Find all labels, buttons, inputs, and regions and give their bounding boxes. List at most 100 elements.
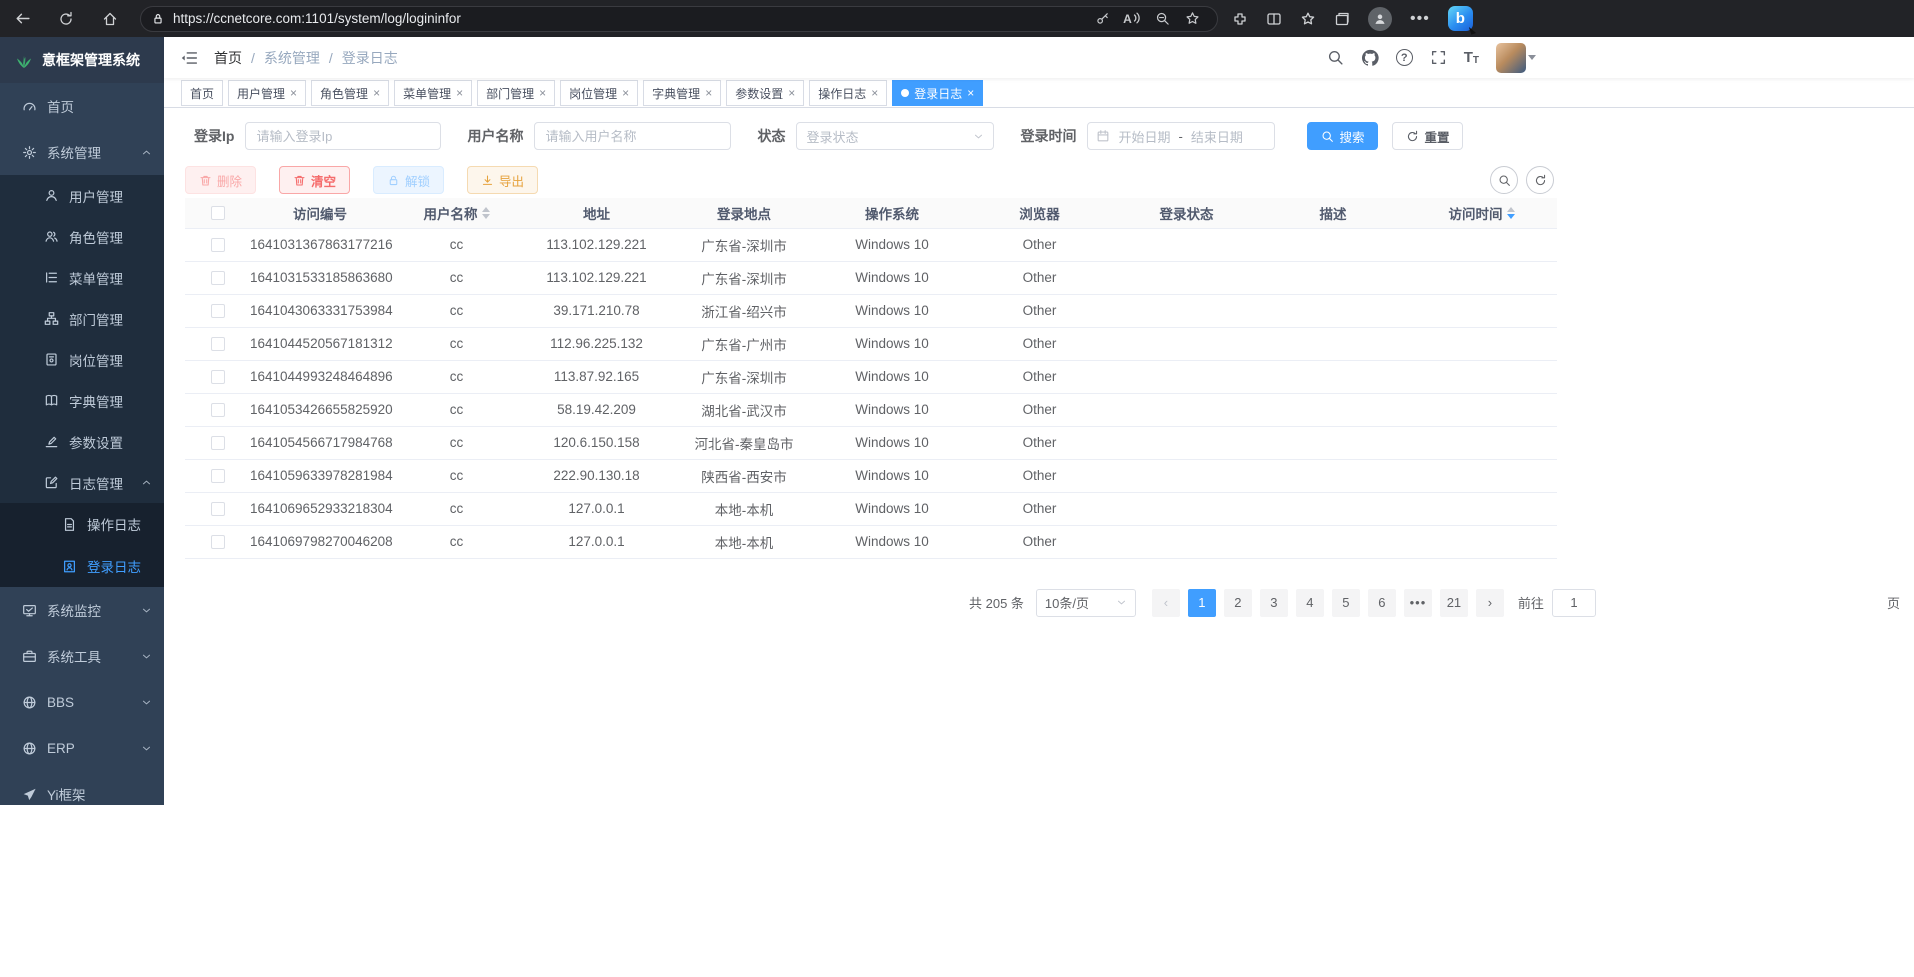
close-icon[interactable]: × [622, 86, 629, 100]
sidebar-item-tools[interactable]: 系统工具 [0, 633, 164, 679]
close-icon[interactable]: × [456, 86, 463, 100]
tab-op-log[interactable]: 操作日志× [809, 80, 887, 106]
more-pages-button[interactable]: ••• [1404, 589, 1432, 617]
user-name-input[interactable] [534, 122, 731, 150]
sidebar-item-dict-mgmt[interactable]: 字典管理 [0, 380, 164, 421]
tab-user-mgmt[interactable]: 用户管理× [228, 80, 306, 106]
page-size-select[interactable]: 10条/页 [1036, 589, 1136, 617]
tab-login-log[interactable]: 登录日志× [892, 80, 983, 106]
address-bar[interactable]: https://ccnetcore.com:1101/system/log/lo… [140, 6, 1218, 32]
sort-carets-icon[interactable] [1507, 207, 1515, 219]
sidebar-item-monitor[interactable]: 系统监控 [0, 587, 164, 633]
url-text[interactable]: https://ccnetcore.com:1101/system/log/lo… [173, 11, 1087, 26]
row-checkbox[interactable] [211, 238, 225, 252]
help-button[interactable]: ? [1396, 49, 1413, 66]
tab-home[interactable]: 首页 [181, 80, 223, 106]
sidebar-item-system-mgmt[interactable]: 系统管理 [0, 129, 164, 175]
row-checkbox[interactable] [211, 271, 225, 285]
read-aloud-button[interactable]: A [1117, 12, 1147, 26]
zoom-button[interactable] [1147, 11, 1177, 26]
user-avatar[interactable] [1496, 43, 1526, 73]
close-icon[interactable]: × [967, 86, 974, 100]
browser-back-button[interactable] [0, 10, 44, 27]
split-screen-button[interactable] [1266, 11, 1282, 27]
browser-home-button[interactable] [88, 11, 132, 27]
end-date[interactable]: 结束日期 [1191, 127, 1243, 146]
row-checkbox[interactable] [211, 337, 225, 351]
browser-more-button[interactable]: ••• [1410, 10, 1430, 28]
sidebar-item-post-mgmt[interactable]: 岗位管理 [0, 339, 164, 380]
sidebar-item-home[interactable]: 首页 [0, 83, 164, 129]
extensions-button[interactable] [1232, 11, 1248, 27]
prev-page-button[interactable]: ‹ [1152, 589, 1180, 617]
search-button[interactable]: 搜索 [1307, 122, 1378, 150]
copilot-button[interactable]: b [1448, 6, 1473, 31]
goto-page-input[interactable] [1552, 589, 1596, 617]
font-size-button[interactable]: T T [1464, 49, 1479, 66]
date-range-picker[interactable]: 开始日期 - 结束日期 [1087, 122, 1275, 150]
tab-dict-mgmt[interactable]: 字典管理× [643, 80, 721, 106]
close-icon[interactable]: × [788, 86, 795, 100]
close-icon[interactable]: × [290, 86, 297, 100]
page-button-21[interactable]: 21 [1440, 589, 1468, 617]
tab-role-mgmt[interactable]: 角色管理× [311, 80, 389, 106]
page-button-2[interactable]: 2 [1224, 589, 1252, 617]
row-checkbox[interactable] [211, 436, 225, 450]
fullscreen-button[interactable] [1430, 49, 1447, 66]
sort-carets-icon[interactable] [482, 207, 490, 219]
add-favorite-button[interactable] [1177, 11, 1207, 26]
tab-menu-mgmt[interactable]: 菜单管理× [394, 80, 472, 106]
tab-dept-mgmt[interactable]: 部门管理× [477, 80, 555, 106]
status-select[interactable]: 登录状态 [796, 122, 994, 150]
page-button-1[interactable]: 1 [1188, 589, 1216, 617]
page-button-5[interactable]: 5 [1332, 589, 1360, 617]
sidebar-item-param-settings[interactable]: 参数设置 [0, 421, 164, 462]
row-checkbox[interactable] [211, 304, 225, 318]
sidebar-item-menu-mgmt[interactable]: 菜单管理 [0, 257, 164, 298]
unlock-button[interactable]: 解锁 [373, 166, 444, 194]
browser-profile-avatar[interactable] [1368, 7, 1392, 31]
page-button-4[interactable]: 4 [1296, 589, 1324, 617]
sidebar-item-op-log[interactable]: 操作日志 [0, 503, 164, 545]
next-page-button[interactable]: › [1476, 589, 1504, 617]
close-icon[interactable]: × [539, 86, 546, 100]
select-all-checkbox[interactable] [211, 206, 225, 220]
sidebar-item-user-mgmt[interactable]: 用户管理 [0, 175, 164, 216]
page-button-3[interactable]: 3 [1260, 589, 1288, 617]
row-checkbox[interactable] [211, 370, 225, 384]
sidebar-item-login-log[interactable]: 登录日志 [0, 545, 164, 587]
row-checkbox[interactable] [211, 502, 225, 516]
password-key-button[interactable] [1087, 11, 1117, 26]
toggle-search-button[interactable] [1490, 166, 1518, 194]
row-checkbox[interactable] [211, 403, 225, 417]
app-logo[interactable]: 意框架管理系统 [0, 37, 164, 83]
sidebar-toggle[interactable] [180, 49, 198, 67]
collections-button[interactable] [1334, 11, 1350, 27]
breadcrumb-system[interactable]: 系统管理 [264, 48, 320, 68]
tab-post-mgmt[interactable]: 岗位管理× [560, 80, 638, 106]
reset-button[interactable]: 重置 [1392, 122, 1463, 150]
start-date[interactable]: 开始日期 [1118, 127, 1170, 146]
col-user-name[interactable]: 用户名称 [390, 198, 523, 228]
col-visit-time[interactable]: 访问时间 [1406, 198, 1557, 228]
close-icon[interactable]: × [871, 86, 878, 100]
page-button-6[interactable]: 6 [1368, 589, 1396, 617]
refresh-table-button[interactable] [1526, 166, 1554, 194]
sidebar-item-log-mgmt[interactable]: 日志管理 [0, 462, 164, 503]
sidebar-item-role-mgmt[interactable]: 角色管理 [0, 216, 164, 257]
header-search-button[interactable] [1327, 49, 1344, 66]
delete-button[interactable]: 删除 [185, 166, 256, 194]
sidebar-item-dept-mgmt[interactable]: 部门管理 [0, 298, 164, 339]
close-icon[interactable]: × [373, 86, 380, 100]
close-icon[interactable]: × [705, 86, 712, 100]
login-ip-input[interactable] [245, 122, 441, 150]
row-checkbox[interactable] [211, 535, 225, 549]
tab-param-settings[interactable]: 参数设置× [726, 80, 804, 106]
sidebar-item-yi-framework[interactable]: Yi框架 [0, 771, 164, 817]
github-button[interactable] [1361, 49, 1379, 67]
user-menu[interactable] [1496, 43, 1536, 73]
breadcrumb-home[interactable]: 首页 [214, 48, 242, 68]
sidebar-item-erp[interactable]: ERP [0, 725, 164, 771]
browser-refresh-button[interactable] [44, 11, 88, 27]
sidebar-item-bbs[interactable]: BBS [0, 679, 164, 725]
